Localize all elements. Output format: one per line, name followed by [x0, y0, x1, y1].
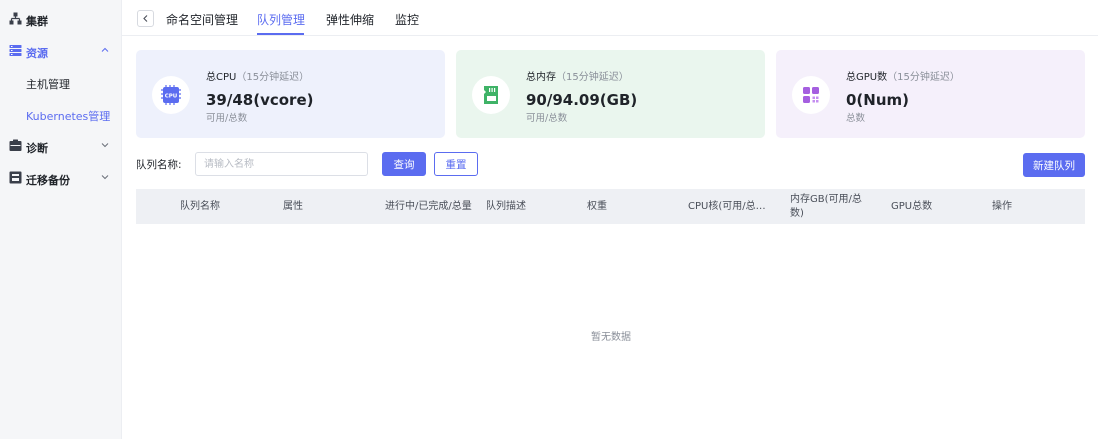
sidebar-item-label: 集群 — [26, 15, 48, 28]
card-title: 总内存（15分钟延迟） — [526, 68, 629, 83]
new-queue-button[interactable]: 新建队列 — [1023, 153, 1085, 177]
sidebar-subitem-label: Kubernetes管理 — [26, 110, 111, 123]
card-caption: 总数 — [846, 113, 866, 124]
gpu-icon — [803, 87, 819, 103]
column-header: 属性 — [283, 200, 303, 212]
card-caption: 可用/总数 — [206, 113, 248, 124]
card-value: 90/94.09(GB) — [526, 91, 638, 109]
sidebar-item-label: 资源 — [26, 47, 48, 60]
memory-stat-card: 总内存（15分钟延迟） 90/94.09(GB) 可用/总数 — [456, 50, 765, 138]
tab-monitor[interactable]: 监控 — [395, 11, 419, 28]
sidebar-item-cluster[interactable]: 集群 — [0, 5, 122, 33]
memory-icon-container — [472, 76, 510, 114]
queue-table-header: 队列名称 属性 进行中/已完成/总量 队列描述 权重 CPU核(可用/总… 内存… — [136, 189, 1085, 224]
column-header: GPU总数 — [891, 200, 933, 212]
cpu-icon: CPU — [161, 85, 181, 105]
card-title: 总GPU数（15分钟延迟） — [846, 68, 960, 83]
sidebar-subitem-host[interactable]: 主机管理 — [0, 69, 122, 97]
tab-namespace[interactable]: 命名空间管理 — [166, 11, 238, 28]
sidebar: 集群 资源 主机管理 Kubernetes管理 诊断 迁移备份 — [0, 0, 122, 439]
tab-autoscale[interactable]: 弹性伸缩 — [326, 11, 374, 28]
card-subtitle: （15分钟延迟） — [236, 72, 310, 83]
cluster-icon — [9, 12, 22, 25]
resource-icon — [9, 45, 22, 56]
column-header: 队列描述 — [486, 200, 526, 212]
column-header: 进行中/已完成/总量 — [385, 200, 472, 212]
column-header: 操作 — [992, 200, 1012, 212]
chevron-up-icon — [101, 47, 109, 52]
card-subtitle: （15分钟延迟） — [887, 72, 960, 83]
diagnosis-icon — [9, 139, 22, 151]
top-tab-bar: 命名空间管理 队列管理 弹性伸缩 监控 — [122, 0, 1098, 36]
sidebar-item-diagnosis[interactable]: 诊断 — [0, 132, 122, 160]
query-button[interactable]: 查询 — [382, 152, 426, 176]
memory-icon — [484, 86, 498, 104]
reset-button[interactable]: 重置 — [434, 152, 478, 176]
back-button[interactable] — [137, 10, 154, 27]
card-title-text: 总GPU数 — [846, 72, 888, 83]
queue-name-label: 队列名称: — [136, 159, 182, 171]
sidebar-item-resource[interactable]: 资源 — [0, 37, 122, 65]
sidebar-subitem-label: 主机管理 — [26, 78, 70, 91]
column-header: CPU核(可用/总… — [688, 200, 766, 212]
card-title-text: 总CPU — [206, 72, 237, 83]
cpu-icon-container: CPU — [152, 76, 190, 114]
cpu-stat-card: CPU 总CPU（15分钟延迟） 39/48(vcore) 可用/总数 — [136, 50, 445, 138]
chevron-down-icon — [101, 175, 109, 180]
card-value: 39/48(vcore) — [206, 91, 314, 109]
card-subtitle: （15分钟延迟） — [556, 72, 629, 83]
tab-queue[interactable]: 队列管理 — [257, 11, 305, 28]
migrate-icon — [9, 171, 22, 184]
gpu-icon-container — [792, 76, 830, 114]
sidebar-subitem-kubernetes[interactable]: Kubernetes管理 — [0, 101, 122, 129]
active-tab-indicator — [257, 33, 304, 35]
chevron-left-icon — [143, 15, 148, 22]
sidebar-item-label: 迁移备份 — [26, 174, 70, 187]
card-title-text: 总内存 — [526, 72, 556, 83]
sidebar-item-migrate[interactable]: 迁移备份 — [0, 164, 122, 192]
chevron-down-icon — [101, 143, 109, 148]
card-caption: 可用/总数 — [526, 113, 568, 124]
column-header: 内存GB(可用/总数) — [790, 193, 862, 219]
empty-state-text: 暂无数据 — [591, 332, 631, 343]
card-value: 0(Num) — [846, 91, 910, 109]
gpu-stat-card: 总GPU数（15分钟延迟） 0(Num) 总数 — [776, 50, 1085, 138]
column-header: 权重 — [587, 200, 607, 212]
card-title: 总CPU（15分钟延迟） — [206, 68, 309, 83]
column-header: 队列名称 — [180, 200, 220, 212]
sidebar-item-label: 诊断 — [26, 142, 48, 155]
cpu-icon-text: CPU — [165, 94, 178, 100]
queue-name-input[interactable] — [195, 152, 368, 176]
